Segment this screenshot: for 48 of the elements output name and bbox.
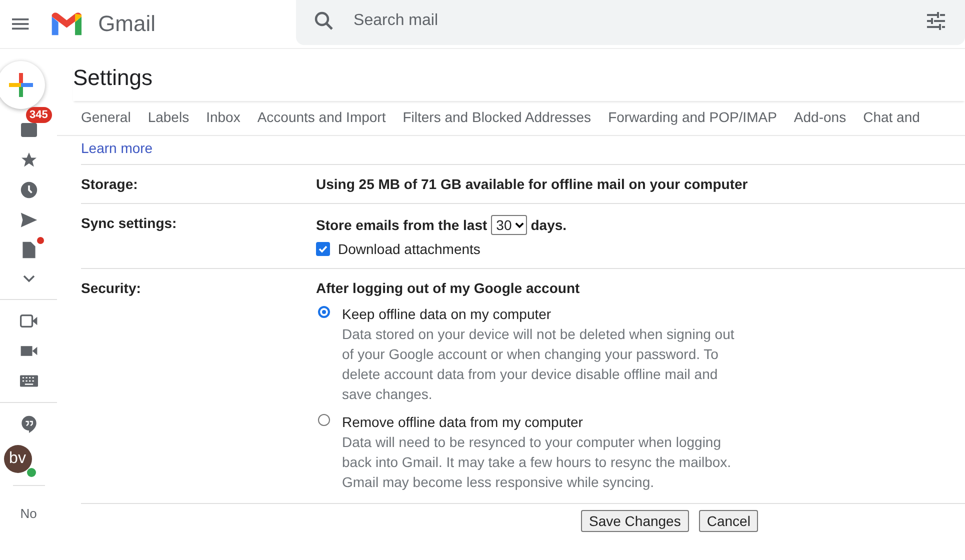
send-icon[interactable]: [20, 211, 38, 229]
chevron-down-icon[interactable]: [22, 275, 34, 283]
inbox-icon[interactable]: [20, 121, 38, 139]
radio-button[interactable]: [318, 306, 330, 318]
storage-text: Using 25 MB of 71 GB available for offline mail on your computer: [316, 176, 748, 192]
learn-more-link[interactable]: Learn more: [81, 140, 153, 156]
setting-label: Storage:: [81, 176, 139, 192]
settings-tab[interactable]: Accounts and Import: [257, 109, 386, 135]
settings-tab[interactable]: Filters and Blocked Addresses: [402, 109, 592, 135]
setting-label: Sync settings:: [81, 215, 178, 233]
security-heading: After logging out of my Google account: [316, 280, 581, 296]
video-camera-outline-icon[interactable]: [20, 312, 38, 330]
app-name: Gmail: [98, 11, 156, 37]
settings-tab[interactable]: Forwarding and POP/IMAP: [608, 109, 777, 135]
days-select[interactable]: 30: [491, 215, 527, 235]
footer-text: No: [20, 506, 37, 521]
envelope-logo-icon: [50, 10, 84, 38]
settings-tab[interactable]: Inbox: [206, 109, 240, 135]
document-icon[interactable]: [20, 241, 38, 259]
menu-icon[interactable]: [12, 18, 29, 30]
checkbox[interactable]: [316, 242, 330, 256]
settings-tab[interactable]: Chat and: [863, 109, 920, 135]
plus-icon: [8, 73, 32, 97]
star-icon[interactable]: [20, 151, 38, 169]
chevron-down-icon: [514, 222, 524, 228]
chat-bubble-icon[interactable]: [20, 415, 38, 433]
filter-sliders-icon[interactable]: [926, 12, 945, 30]
avatar[interactable]: bv: [4, 445, 32, 473]
form-button[interactable]: Cancel: [698, 510, 758, 532]
setting-label: Security:: [81, 280, 142, 298]
option-description: Data will need to be resynced to your computer when logging back into Gmail. It may take a few hours to resync the mailbox. Gmail may become less responsive while syncing.: [342, 433, 732, 492]
search-icon[interactable]: [314, 11, 334, 31]
option-title: Keep offline data on my computer: [342, 305, 552, 324]
clock-icon[interactable]: [20, 181, 38, 199]
sync-text: days.: [530, 217, 567, 233]
page-title: Settings: [73, 65, 965, 101]
form-button[interactable]: Save Changes: [581, 510, 689, 532]
search-field[interactable]: Search mail: [296, 0, 965, 45]
search-input[interactable]: Search mail: [352, 11, 927, 31]
settings-tab[interactable]: Add-ons: [794, 109, 846, 135]
option-title: Remove offline data from my computer: [342, 413, 584, 432]
unread-badge: 345: [26, 107, 52, 123]
sync-text: Store emails from the last: [316, 217, 488, 233]
settings-tab[interactable]: Labels: [148, 109, 190, 135]
radio-button[interactable]: [318, 414, 330, 426]
checkbox-label: Download attachments: [338, 241, 480, 257]
option-description: Data stored on your device will not be deleted when signing out of your Google account or when changing your password. To delete account data from your device disable offline mail and save changes.: [342, 325, 736, 404]
settings-tab[interactable]: General: [81, 109, 131, 135]
